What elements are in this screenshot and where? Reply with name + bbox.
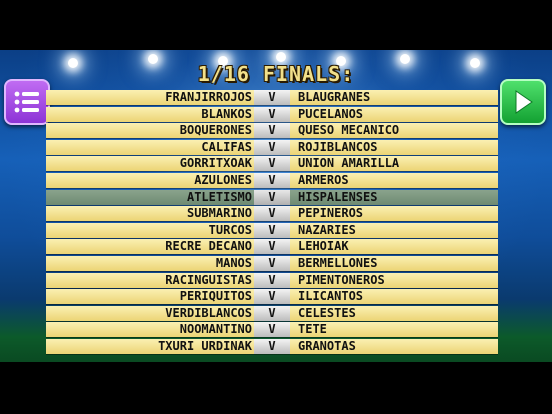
match-row[interactable]: RACINGUISTAS V PIMENTONEROS: [46, 272, 498, 288]
versus-label: V: [254, 139, 290, 155]
home-team-name: BLANKOS: [201, 106, 252, 121]
away-team-name: PIMENTONEROS: [298, 272, 385, 287]
home-team-name: CALIFAS: [201, 139, 252, 154]
home-team-name: TXURI URDINAK: [158, 338, 252, 353]
match-row[interactable]: FRANJIRROJOS V BLAUGRANES: [46, 90, 498, 105]
away-team-name: ARMEROS: [298, 172, 349, 187]
match-row[interactable]: AZULONES V ARMEROS: [46, 172, 498, 188]
home-team-name: GORRITXOAK: [179, 156, 252, 171]
match-row[interactable]: CALIFAS V ROJIBLANCOS: [46, 139, 498, 155]
versus-label: V: [254, 206, 290, 222]
home-team-name: RACINGUISTAS: [165, 272, 252, 287]
away-team-name: BLAUGRANES: [298, 90, 371, 104]
away-team-name: HISPALENSES: [298, 189, 378, 204]
away-team-name: GRANOTAS: [298, 338, 356, 353]
match-list: FRANJIRROJOS V BLAUGRANES BLANKOS V PUCELANOS…: [46, 90, 498, 356]
home-team-name: PERIQUITOS: [179, 289, 252, 304]
home-team-name: NOOMANTINO: [179, 322, 252, 337]
away-team-name: QUESO MECANICO: [298, 123, 400, 138]
away-team-name: BERMELLONES: [298, 255, 378, 270]
away-team-name: ROJIBLANCOS: [298, 139, 378, 154]
versus-label: V: [254, 255, 290, 271]
home-team-name: FRANJIRROJOS: [165, 90, 252, 104]
away-team-name: ILICANTOS: [298, 289, 364, 304]
versus-label: V: [254, 172, 290, 188]
home-team-name: SUBMARINO: [186, 206, 252, 221]
home-team-name: ATLETISMO: [186, 189, 252, 204]
match-row[interactable]: BOQUERONES V QUESO MECANICO: [46, 123, 498, 139]
versus-label: V: [254, 305, 290, 321]
away-team-name: NAZARIES: [298, 222, 356, 237]
versus-label: V: [254, 338, 290, 354]
match-row[interactable]: TURCOS V NAZARIES: [46, 222, 498, 238]
match-row-selected[interactable]: ATLETISMO V HISPALENSES: [46, 189, 498, 205]
home-team-name: TURCOS: [208, 222, 252, 237]
away-team-name: UNION AMARILLA: [298, 156, 400, 171]
versus-label: V: [254, 222, 290, 238]
versus-label: V: [254, 90, 290, 105]
versus-label: V: [254, 106, 290, 122]
match-row[interactable]: NOOMANTINO V TETE: [46, 322, 498, 338]
versus-label: V: [254, 189, 290, 205]
match-row[interactable]: VERDIBLANCOS V CELESTES: [46, 305, 498, 321]
play-arrow-icon: [515, 90, 533, 114]
versus-label: V: [254, 239, 290, 255]
match-row[interactable]: TXURI URDINAK V GRANOTAS: [46, 338, 498, 354]
match-row[interactable]: RECRE DECANO V LEHOIAK: [46, 239, 498, 255]
match-row[interactable]: MANOS V BERMELLONES: [46, 255, 498, 271]
match-row[interactable]: PERIQUITOS V ILICANTOS: [46, 289, 498, 305]
match-row[interactable]: GORRITXOAK V UNION AMARILLA: [46, 156, 498, 172]
away-team-name: LEHOIAK: [298, 239, 349, 254]
round-title: 1/16 FINALS:: [197, 62, 355, 86]
home-team-name: RECRE DECANO: [165, 239, 252, 254]
home-team-name: MANOS: [215, 255, 252, 270]
home-team-name: VERDIBLANCOS: [165, 305, 252, 320]
home-team-name: AZULONES: [194, 172, 252, 187]
away-team-name: PEPINEROS: [298, 206, 364, 221]
list-menu-icon: [14, 91, 39, 113]
home-team-name: BOQUERONES: [179, 123, 252, 138]
menu-button[interactable]: [4, 79, 50, 125]
versus-label: V: [254, 289, 290, 305]
stadium-light: [276, 52, 286, 62]
away-team-name: TETE: [298, 322, 327, 337]
versus-label: V: [254, 272, 290, 288]
versus-label: V: [254, 322, 290, 338]
match-row[interactable]: BLANKOS V PUCELANOS: [46, 106, 498, 122]
away-team-name: PUCELANOS: [298, 106, 364, 121]
match-row[interactable]: SUBMARINO V PEPINEROS: [46, 206, 498, 222]
away-team-name: CELESTES: [298, 305, 356, 320]
next-button[interactable]: [500, 79, 546, 125]
versus-label: V: [254, 123, 290, 139]
versus-label: V: [254, 156, 290, 172]
